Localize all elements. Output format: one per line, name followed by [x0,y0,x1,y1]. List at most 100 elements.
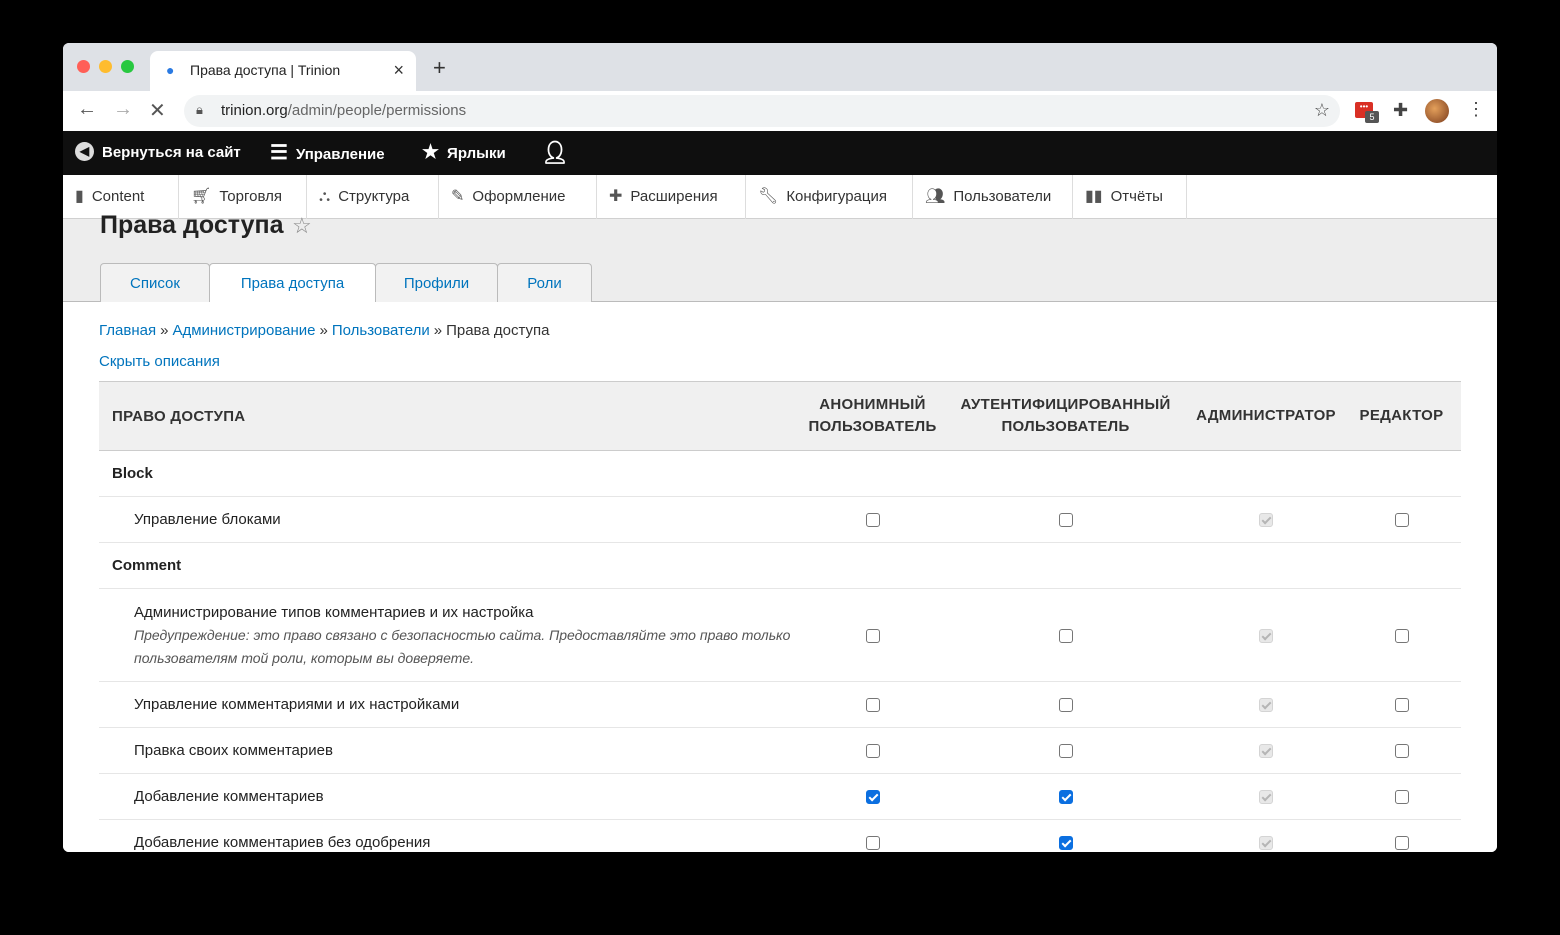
column-header-anonymous: Анонимный пользователь [804,381,941,451]
extensions-puzzle-icon[interactable]: ✚ [1393,100,1408,121]
breadcrumb-separator: » [319,322,328,339]
bookmark-star-icon[interactable]: ☆ [1314,100,1330,121]
checkbox-anonymous[interactable] [865,790,880,805]
breadcrumb-people[interactable]: Пользователи [332,322,430,339]
checkbox-authenticated[interactable] [1058,628,1073,643]
column-header-authenticated: Аутентифицированный пользователь [941,381,1190,451]
shortcuts-link[interactable]: ★ Ярлыки [422,131,506,175]
breadcrumb-admin[interactable]: Администрирование [172,322,315,339]
close-window-button[interactable] [77,60,90,73]
checkbox-cell [804,819,941,852]
checkbox-cell [1190,681,1342,728]
tab-roles[interactable]: Роли [497,263,592,302]
page-header: Права доступа ☆ Список Права доступа Про… [63,211,1497,303]
tab-strip: ● Права доступа | Trinion × + [63,43,1497,91]
admin-toolbar: ◀ Вернуться на сайт ☰ Управление ★ Ярлыки 👤… [63,131,1497,175]
checkbox-authenticated[interactable] [1058,744,1073,759]
breadcrumb-separator: » [433,322,443,339]
menu-item-extend[interactable]: ✚ Расширения [597,175,746,219]
permission-row: Управление комментариями и их настройкам… [99,681,1461,728]
browser-tab[interactable]: ● Права доступа | Trinion × [150,51,416,91]
page-title: Права доступа [100,211,284,239]
module-row: Comment [99,542,1461,589]
checkbox-anonymous[interactable] [865,744,880,759]
permission-title: Правка своих комментариев [134,742,333,759]
checkbox-authenticated[interactable] [1058,698,1073,713]
address-bar[interactable]: 🔒︎ trinion.org/admin/people/permissions … [184,95,1340,127]
checkbox-cell [1342,588,1461,682]
checkbox-cell [941,727,1190,774]
checkbox-anonymous[interactable] [865,698,880,713]
hamburger-icon: ☰ [270,142,288,164]
permission-title: Добавление комментариев [134,788,324,805]
stop-loading-icon[interactable]: ✕ [149,98,166,123]
checkbox-cell [1190,773,1342,820]
checkbox-cell [1190,727,1342,774]
checkbox-editor[interactable] [1394,790,1409,805]
breadcrumb: Главная» Администрирование» Пользователи» П… [99,322,549,339]
browser-toolbar: ← → ✕ 🔒︎ trinion.org/admin/people/permis… [63,91,1497,131]
back-to-site-link[interactable]: ◀ Вернуться на сайт [75,131,241,175]
new-tab-button[interactable]: + [433,55,446,81]
menu-item-reports[interactable]: ▮▮ Отчёты [1073,175,1187,219]
menu-item-structure[interactable]: ⛬ Структура [307,175,439,219]
extension-badge: 5 [1365,111,1379,123]
column-header-administrator: Администратор [1190,381,1342,451]
checkbox-authenticated[interactable] [1058,790,1073,805]
tab-list[interactable]: Список [100,263,210,302]
profile-avatar[interactable] [1425,99,1449,123]
checkbox-cell [1190,819,1342,852]
browser-menu-icon[interactable]: ⋮ [1467,99,1485,120]
column-header-editor: Редактор [1342,381,1461,451]
checkbox-authenticated[interactable] [1058,513,1073,528]
document-icon: ▮ [75,188,84,205]
checkbox-editor[interactable] [1394,513,1409,528]
maximize-window-button[interactable] [121,60,134,73]
checkbox-editor[interactable] [1394,744,1409,759]
browser-window: ● Права доступа | Trinion × + ← → ✕ 🔒︎ t… [63,43,1497,852]
minimize-window-button[interactable] [99,60,112,73]
permission-row: Администрирование типов комментариев и и… [99,588,1461,682]
checkbox-anonymous[interactable] [865,513,880,528]
checkbox-cell [941,588,1190,682]
checkbox-anonymous[interactable] [865,628,880,643]
checkbox-cell [1190,496,1342,543]
tab-close-icon[interactable]: × [393,60,404,81]
permissions-table: Право доступа Анонимный пользователь Ауте… [99,381,1461,852]
user-icon[interactable]: 👤︎ [541,131,569,175]
structure-icon: ⛬ [319,188,331,205]
tab-permissions[interactable]: Права доступа [209,263,376,303]
permission-row: Правка своих комментариев [99,727,1461,774]
permission-name-cell: Добавление комментариев без одобрения [99,819,804,852]
add-shortcut-star-icon[interactable]: ☆ [292,213,312,239]
checkbox-cell [1342,727,1461,774]
permission-title: Добавление комментариев без одобрения [134,834,431,851]
manage-link[interactable]: ☰ Управление [270,131,385,175]
wrench-icon: 🔧︎ [758,188,779,205]
hide-descriptions-link[interactable]: Скрыть описания [99,353,220,370]
back-arrow-icon[interactable]: ← [77,98,97,121]
checkbox-cell [1342,773,1461,820]
checkbox-editor[interactable] [1394,628,1409,643]
drupal-favicon-icon: ● [166,62,175,78]
checkbox-cell [804,773,941,820]
brush-icon: ✎ [451,188,465,205]
checkbox-editor[interactable] [1394,698,1409,713]
permission-name-cell: Управление комментариями и их настройкам… [99,681,804,728]
menu-item-people[interactable]: 👥︎ Пользователи [913,175,1073,219]
permission-warning: Предупреждение: это право связано с безо… [134,626,791,666]
menu-item-appearance[interactable]: ✎ Оформление [439,175,597,219]
back-circle-icon: ◀ [75,141,94,161]
tab-profiles[interactable]: Профили [375,263,498,302]
breadcrumb-separator: » [160,322,169,339]
checkbox-editor[interactable] [1394,836,1409,851]
breadcrumb-current: Права доступа [446,322,550,339]
breadcrumb-home[interactable]: Главная [99,322,156,339]
checkbox-administrator [1259,790,1273,805]
forward-arrow-icon[interactable]: → [113,98,133,121]
checkbox-anonymous[interactable] [865,836,880,851]
checkbox-authenticated[interactable] [1058,836,1073,851]
menu-item-configuration[interactable]: 🔧︎ Конфигурация [746,175,913,219]
checkbox-administrator [1259,628,1273,643]
tab-title: Права доступа | Trinion [190,62,341,78]
